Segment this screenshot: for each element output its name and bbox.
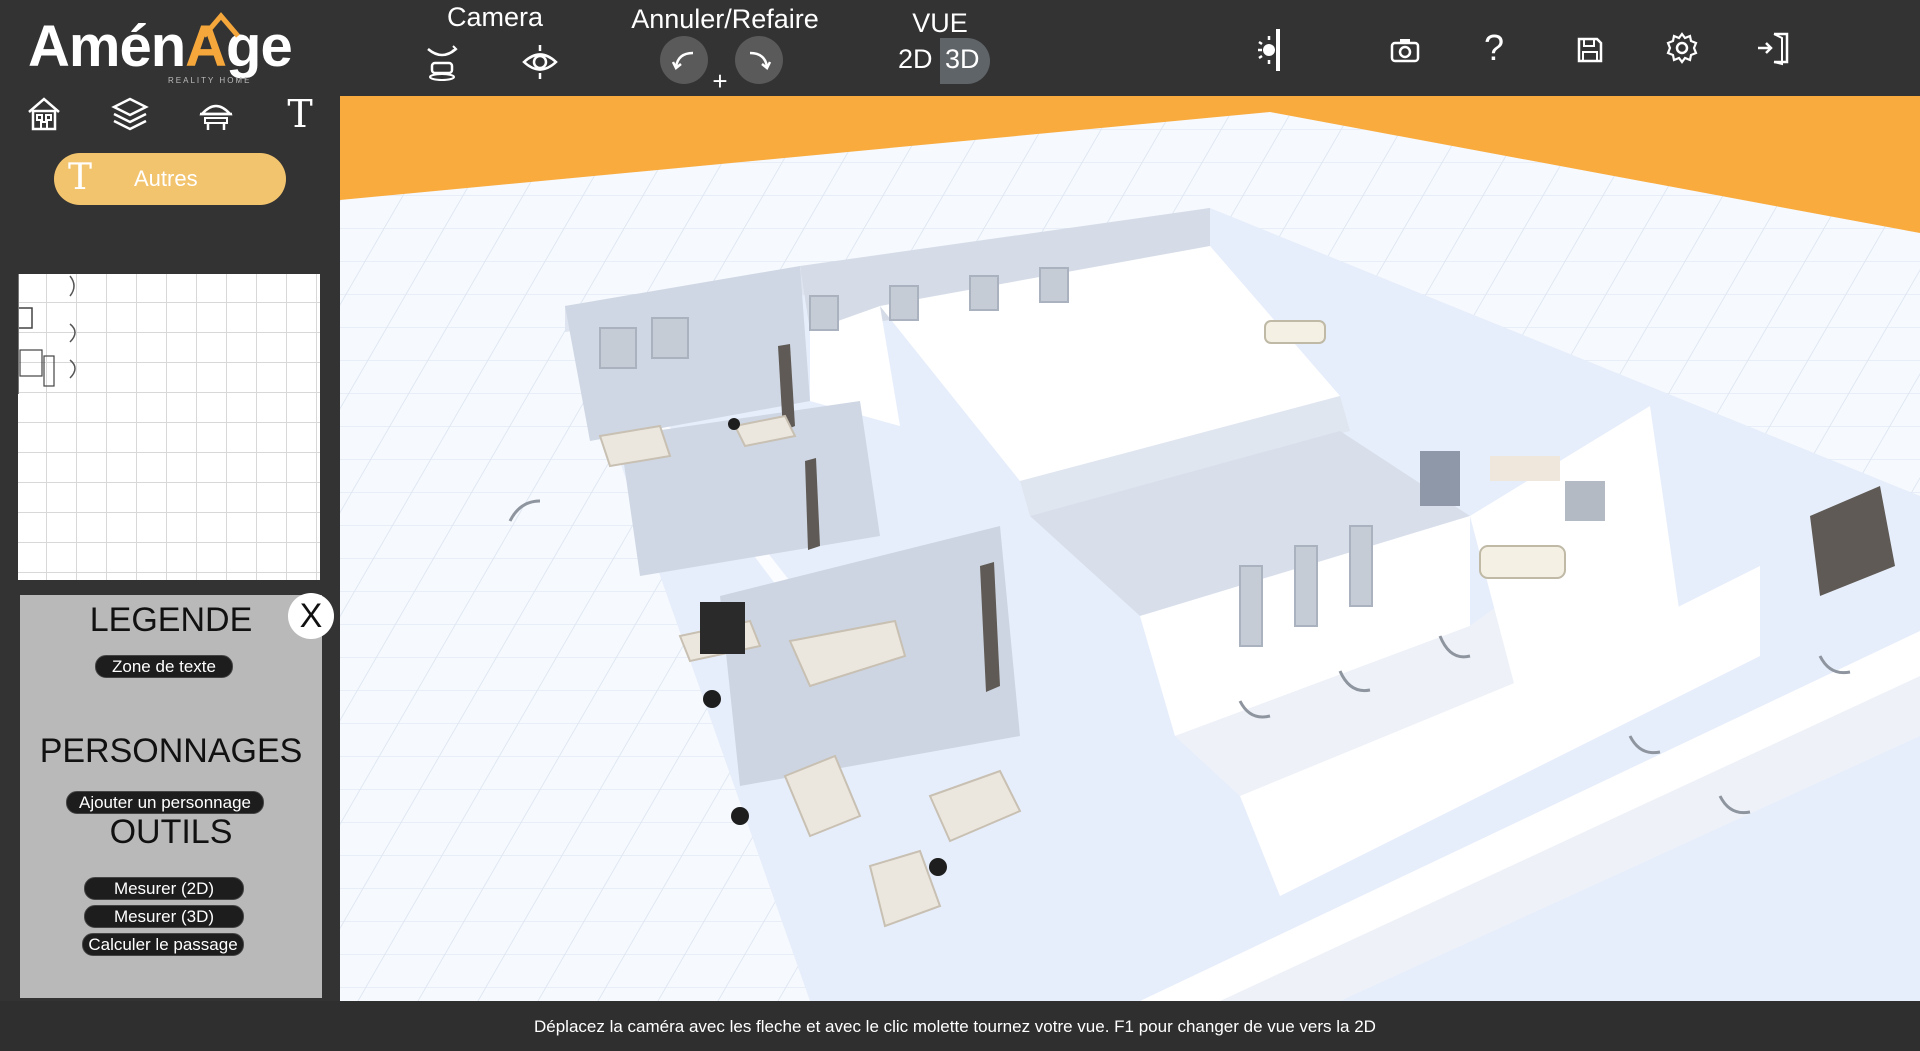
app-logo: AménAge REALITY HOME [28, 12, 293, 85]
help-icon[interactable]: ? [1474, 24, 1514, 72]
day-night-icon[interactable] [1254, 26, 1302, 74]
view-title: VUE [912, 8, 968, 38]
undo-button[interactable] [660, 36, 708, 84]
status-bar: Déplacez la caméra avec les fleche et av… [0, 1001, 1920, 1051]
camera-title: Camera [446, 2, 544, 32]
redo-icon [749, 51, 772, 70]
undo-icon [671, 51, 694, 70]
text-tool-icon[interactable]: T [278, 92, 322, 136]
exit-door-icon[interactable] [1752, 26, 1796, 70]
legend-title: LEGENDE [89, 601, 253, 639]
tools-title: OUTILS [109, 813, 233, 851]
category-label: Autres [134, 166, 198, 191]
house-icon[interactable] [22, 92, 66, 136]
add-character-button[interactable]: Ajouter un personnage [66, 791, 264, 814]
characters-title: PERSONNAGES [39, 732, 303, 770]
measure-2d-button[interactable]: Mesurer (2D) [84, 877, 244, 900]
measure-3d-button[interactable]: Mesurer (3D) [84, 905, 244, 928]
screenshot-camera-icon[interactable] [1383, 28, 1427, 72]
3d-viewport[interactable] [340, 96, 1920, 1001]
camera-focus-icon[interactable] [518, 40, 562, 84]
top-toolbar: AménAge REALITY HOME Camera Annuler/Refa… [0, 0, 1920, 96]
text-zone-button[interactable]: Zone de texte [95, 655, 233, 678]
status-hint: Déplacez la caméra avec les fleche et av… [534, 1017, 1376, 1036]
legend-panel: LEGENDE Zone de texte PERSONNAGES Ajoute… [20, 595, 322, 998]
furniture-lamp-icon[interactable] [194, 92, 238, 136]
calculate-passage-button[interactable]: Calculer le passage [82, 933, 244, 956]
category-autres-button[interactable]: T Autres [54, 153, 286, 205]
legend-close-button[interactable]: X [288, 593, 334, 639]
minimap[interactable] [18, 274, 320, 580]
view-2d-button[interactable]: 2D [898, 44, 933, 75]
view-3d-button[interactable]: 3D [945, 44, 980, 75]
redo-button[interactable] [735, 36, 783, 84]
save-icon[interactable] [1568, 28, 1612, 72]
plus-icon: + [712, 66, 728, 96]
layers-icon[interactable] [108, 92, 152, 136]
camera-orbit-icon[interactable] [420, 40, 464, 84]
settings-gear-icon[interactable] [1660, 26, 1704, 70]
floor-plan-3d-render [340, 96, 1920, 1001]
undo-redo-title: Annuler/Refaire [631, 4, 819, 34]
text-category-icon: T [68, 157, 93, 198]
